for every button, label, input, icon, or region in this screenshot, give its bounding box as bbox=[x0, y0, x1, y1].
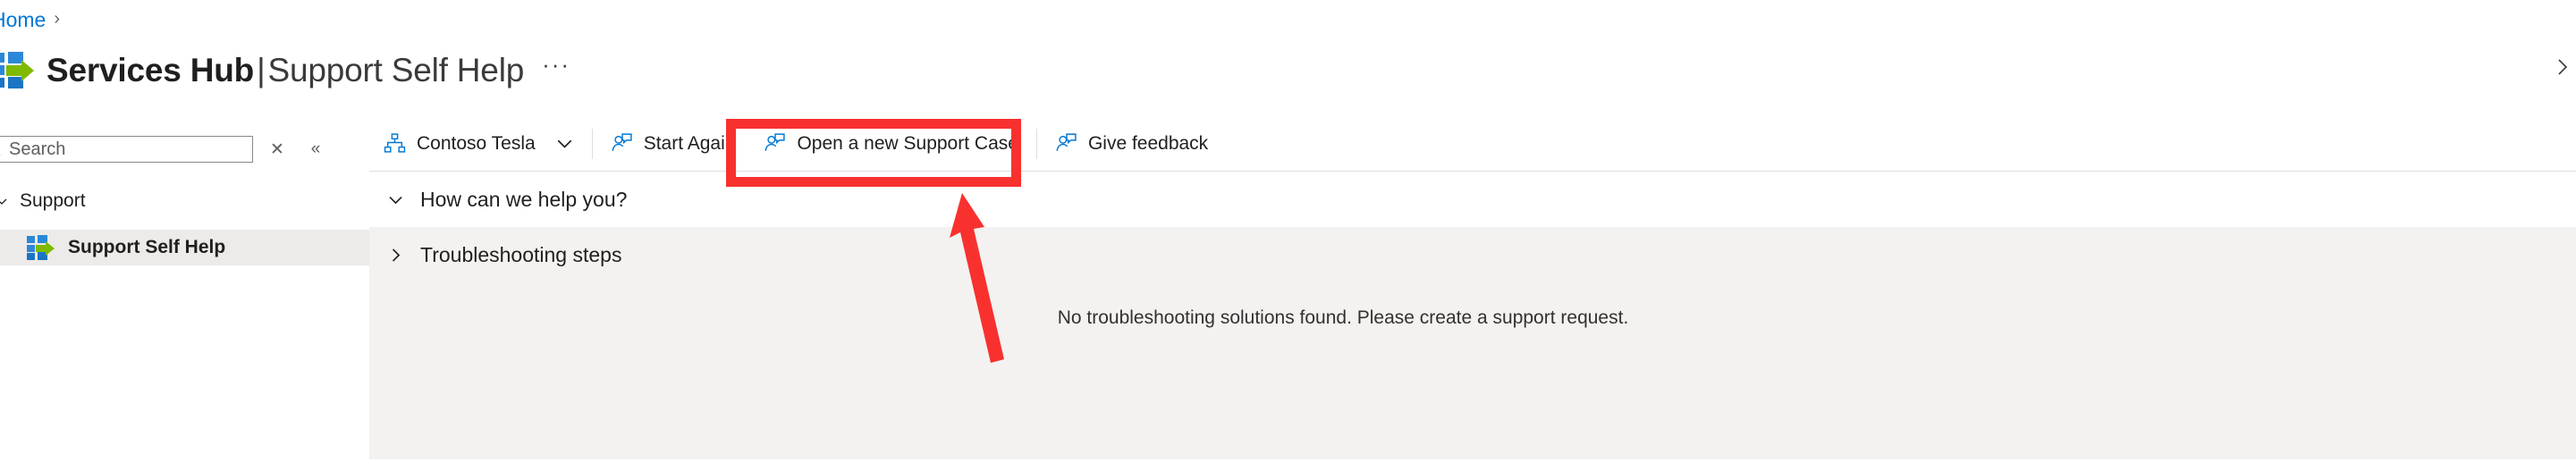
services-hub-logo-icon bbox=[0, 51, 34, 88]
double-chevron-left-icon[interactable]: « bbox=[304, 138, 327, 161]
page-title-section: Support Self Help bbox=[267, 51, 525, 88]
sidebar-group-support[interactable]: Support bbox=[0, 186, 361, 216]
page-title-app: Services Hub bbox=[46, 51, 255, 88]
page-header: Services Hub|Support Self Help ··· bbox=[0, 46, 576, 93]
search-box[interactable] bbox=[0, 136, 253, 163]
sidebar-group-label: Support bbox=[20, 190, 86, 211]
user-feedback-icon bbox=[765, 133, 786, 151]
chevron-down-icon bbox=[557, 139, 572, 148]
main-content: How can we help you? Troubleshooting ste… bbox=[369, 172, 2576, 471]
section-how-can-we-help-header[interactable]: How can we help you? bbox=[369, 172, 2576, 227]
services-hub-logo-icon bbox=[27, 235, 55, 260]
search-icon bbox=[0, 155, 1, 156]
panel-troubleshooting: Troubleshooting steps No troubleshooting… bbox=[369, 227, 2576, 459]
org-hierarchy-icon bbox=[384, 133, 406, 153]
user-feedback-icon bbox=[1056, 133, 1077, 151]
start-again-label: Start Again bbox=[643, 132, 736, 154]
command-bar-divider bbox=[1035, 128, 1037, 159]
sidebar: ✕ « Support Support Self Help bbox=[0, 116, 369, 471]
page-overflow-menu-button[interactable]: ··· bbox=[536, 47, 576, 82]
breadcrumb: Home › bbox=[0, 7, 60, 32]
search-input[interactable] bbox=[9, 139, 215, 160]
chevron-right-icon: › bbox=[54, 9, 61, 29]
breadcrumb-item-home[interactable]: Home bbox=[0, 8, 46, 32]
org-picker-label: Contoso Tesla bbox=[417, 132, 536, 154]
user-feedback-icon bbox=[612, 133, 632, 151]
command-bar-divider bbox=[591, 128, 593, 159]
open-new-support-case-button[interactable]: Open a new Support Case bbox=[749, 116, 1033, 172]
sidebar-item-label: Support Self Help bbox=[68, 237, 226, 257]
chevron-right-icon bbox=[392, 248, 401, 262]
give-feedback-label: Give feedback bbox=[1087, 132, 1209, 154]
close-icon[interactable]: ✕ bbox=[266, 138, 289, 161]
page-title: Services Hub|Support Self Help bbox=[46, 54, 524, 87]
start-again-button[interactable]: Start Again bbox=[596, 116, 750, 172]
org-picker-button[interactable]: Contoso Tesla bbox=[369, 116, 588, 172]
sidebar-search-row: ✕ « bbox=[0, 136, 369, 163]
chevron-right-icon[interactable] bbox=[2551, 55, 2574, 79]
page-title-separator: | bbox=[257, 51, 266, 88]
empty-state-message: No troubleshooting solutions found. Plea… bbox=[1057, 307, 1629, 328]
chevron-down-icon bbox=[0, 198, 7, 205]
chevron-down-icon bbox=[389, 196, 402, 204]
section-troubleshooting-steps-label: Troubleshooting steps bbox=[420, 242, 622, 266]
open-new-support-case-label: Open a new Support Case bbox=[797, 132, 1018, 154]
give-feedback-button[interactable]: Give feedback bbox=[1041, 116, 1222, 172]
section-how-can-we-help-label: How can we help you? bbox=[420, 187, 628, 211]
section-troubleshooting-steps-header[interactable]: Troubleshooting steps bbox=[369, 227, 2576, 282]
sidebar-item-support-self-help[interactable]: Support Self Help bbox=[0, 230, 369, 265]
command-bar: Contoso Tesla Start Again Open a new Sup… bbox=[369, 116, 2576, 172]
